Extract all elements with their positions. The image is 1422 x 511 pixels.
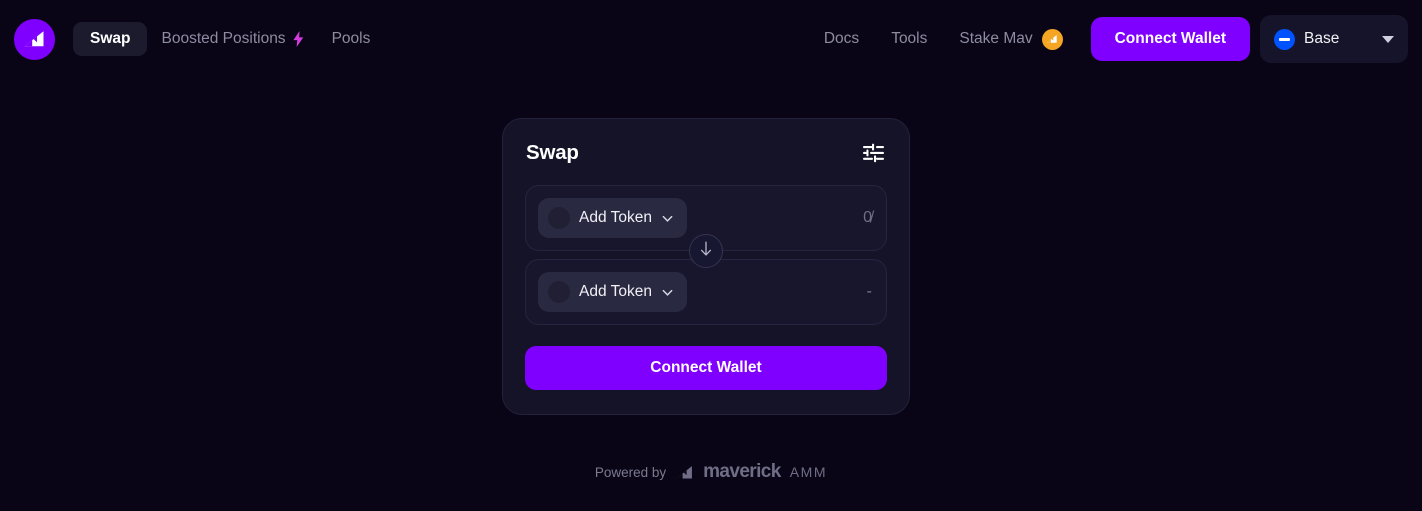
swap-card: Swap Add Token 0̸ Add Token - Connect Wa… (502, 118, 910, 415)
from-amount-value[interactable]: 0̸ (863, 209, 872, 227)
chevron-down-icon (662, 215, 673, 222)
to-amount-value[interactable]: - (867, 283, 872, 301)
secondary-nav: Docs Tools Stake Mav Connect Wallet Base (808, 15, 1408, 63)
nav-item-stake-mav-label: Stake Mav (959, 30, 1033, 48)
swap-connect-wallet-button[interactable]: Connect Wallet (525, 346, 887, 390)
mav-token-badge-icon (1041, 28, 1063, 50)
to-token-label: Add Token (579, 283, 652, 300)
nav-item-boosted-positions-label: Boosted Positions (161, 30, 286, 48)
maverick-logo-icon[interactable] (14, 18, 55, 60)
powered-by-footer: Powered by maverick AMM (0, 461, 1422, 483)
base-chain-icon (1274, 28, 1295, 50)
chain-selector[interactable]: Base (1260, 15, 1408, 63)
nav-item-boosted-positions[interactable]: Boosted Positions (147, 22, 317, 56)
swap-direction-button[interactable] (689, 234, 723, 268)
nav-item-tools[interactable]: Tools (875, 22, 943, 56)
main-stage: Swap Add Token 0̸ Add Token - Connect Wa… (0, 78, 1422, 511)
to-token-selector[interactable]: Add Token (538, 272, 687, 312)
amm-label: AMM (789, 464, 828, 480)
header-connect-wallet-button[interactable]: Connect Wallet (1090, 17, 1250, 61)
nav-item-pools-label: Pools (331, 30, 371, 48)
sliders-settings-icon (863, 143, 884, 166)
maverick-mark-icon (675, 465, 694, 480)
maverick-wordmark: maverick (703, 461, 781, 482)
nav-item-pools[interactable]: Pools (318, 22, 385, 56)
nav-item-swap[interactable]: Swap (73, 22, 148, 56)
nav-item-stake-mav[interactable]: Stake Mav (943, 20, 1078, 59)
token-rows: Add Token 0̸ Add Token - (525, 185, 887, 325)
nav-item-docs-label: Docs (823, 30, 860, 48)
from-token-label: Add Token (579, 209, 652, 226)
token-placeholder-icon (548, 281, 570, 303)
swap-card-title: Swap (526, 141, 579, 164)
swap-card-header: Swap (525, 141, 887, 165)
chevron-down-icon (1382, 35, 1394, 43)
primary-nav: Swap Boosted Positions Pools (73, 22, 384, 56)
token-placeholder-icon (548, 207, 570, 229)
powered-by-label: Powered by (594, 464, 667, 480)
swap-settings-button[interactable] (861, 141, 886, 165)
nav-item-docs[interactable]: Docs (808, 22, 875, 56)
token-row-to: Add Token - (525, 259, 887, 325)
lightning-bolt-icon (292, 31, 304, 47)
chain-selector-label: Base (1304, 30, 1340, 47)
nav-item-tools-label: Tools (891, 30, 928, 48)
app-header: Swap Boosted Positions Pools Docs Tools … (0, 0, 1422, 78)
nav-item-swap-label: Swap (90, 30, 131, 48)
chevron-down-icon (662, 289, 673, 296)
arrow-down-icon (699, 241, 713, 262)
from-token-selector[interactable]: Add Token (538, 198, 687, 238)
